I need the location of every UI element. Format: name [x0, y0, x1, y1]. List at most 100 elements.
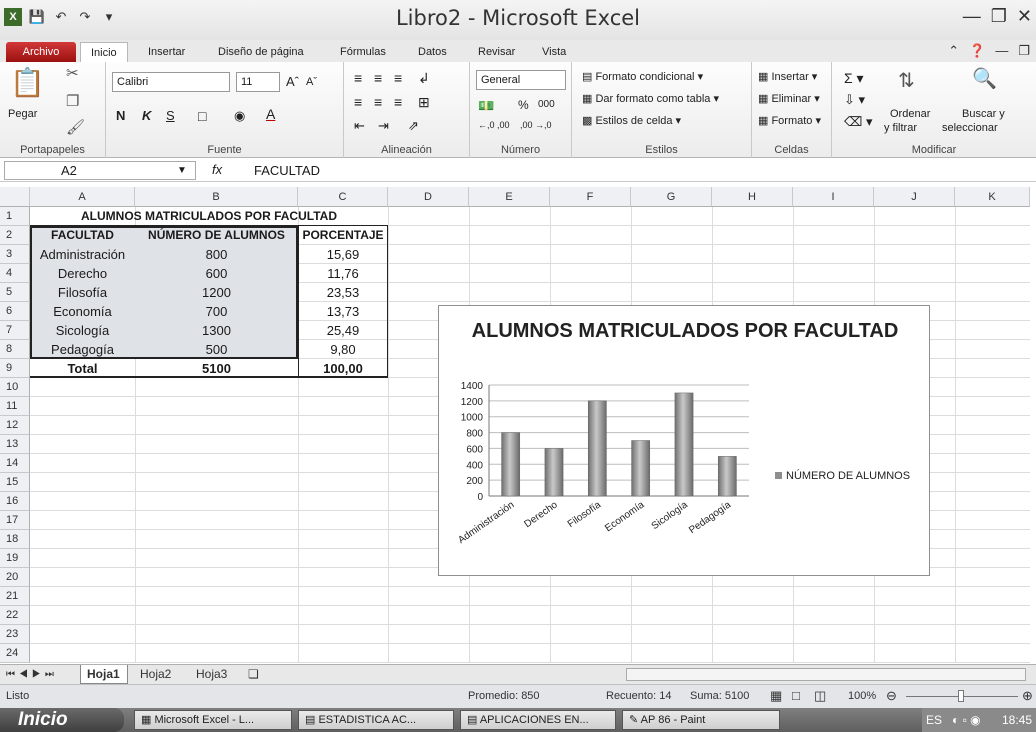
row-header[interactable]: 12	[0, 416, 30, 435]
fill-icon[interactable]: ⇩ ▾	[844, 92, 865, 108]
conditional-format-button[interactable]: ▤ Formato condicional ▾	[582, 70, 703, 83]
tab-inicio[interactable]: Inicio	[80, 42, 128, 62]
view-page-layout-icon[interactable]: □	[792, 688, 800, 703]
taskbar-item-excel[interactable]: ▦ Microsoft Excel - L...	[134, 710, 292, 730]
new-sheet-icon[interactable]: ❏	[248, 665, 259, 684]
insert-function-button[interactable]: fx	[212, 162, 222, 177]
workbook-restore-icon[interactable]: ❐	[1018, 43, 1030, 59]
row-header[interactable]: 8	[0, 340, 30, 359]
sort-filter-label-2[interactable]: y filtrar	[884, 122, 917, 134]
format-as-table-button[interactable]: ▦ Dar formato como tabla ▾	[582, 92, 719, 105]
align-left-icon[interactable]: ≡	[354, 94, 362, 110]
view-normal-icon[interactable]: ▦	[770, 688, 782, 704]
cell-numero[interactable]: 1300	[135, 321, 298, 340]
col-header-a[interactable]: A	[30, 187, 135, 207]
header-numero[interactable]: NÚMERO DE ALUMNOS	[135, 226, 298, 245]
find-select-icon[interactable]: 🔍	[972, 66, 997, 91]
format-cells-button[interactable]: ▦ Formato ▾	[758, 114, 821, 127]
cell-numero[interactable]: 1200	[135, 283, 298, 302]
merge-center-icon[interactable]: ⊞	[418, 94, 430, 111]
col-header-k[interactable]: K	[955, 187, 1030, 207]
zoom-in-icon[interactable]: ⊕	[1022, 688, 1033, 704]
row-header[interactable]: 18	[0, 530, 30, 549]
col-header-i[interactable]: I	[793, 187, 874, 207]
cut-icon[interactable]: ✂	[66, 64, 79, 82]
workbook-minimize-icon[interactable]: —	[995, 43, 1008, 59]
percent-button[interactable]: %	[518, 98, 529, 112]
cell-numero[interactable]: 500	[135, 340, 298, 359]
row-header[interactable]: 16	[0, 492, 30, 511]
sheet-tab-hoja1[interactable]: Hoja1	[80, 665, 128, 684]
minimize-icon[interactable]: —	[963, 6, 981, 27]
increase-decimal-button[interactable]: ←,0 ,00	[478, 120, 510, 130]
row-header[interactable]: 6	[0, 302, 30, 321]
cell-facultad[interactable]: Filosofía	[30, 283, 135, 302]
tab-vista[interactable]: Vista	[542, 42, 566, 62]
taskbar-item-aplicaciones[interactable]: ▤ APLICACIONES EN...	[460, 710, 616, 730]
row-header[interactable]: 22	[0, 606, 30, 625]
total-number[interactable]: 5100	[135, 359, 298, 378]
row-header[interactable]: 7	[0, 321, 30, 340]
orientation-icon[interactable]: ⇗	[408, 118, 419, 134]
row-header[interactable]: 21	[0, 587, 30, 606]
row-header[interactable]: 2	[0, 226, 30, 245]
tab-archivo[interactable]: Archivo	[6, 42, 76, 62]
row-header[interactable]: 9	[0, 359, 30, 378]
tab-datos[interactable]: Datos	[418, 42, 447, 62]
wrap-text-icon[interactable]: ↲	[418, 70, 430, 87]
col-header-c[interactable]: C	[298, 187, 388, 207]
sheet-tab-hoja2[interactable]: Hoja2	[134, 665, 171, 684]
increase-indent-icon[interactable]: ⇥	[378, 118, 389, 134]
accounting-format-icon[interactable]: 💵	[478, 98, 494, 114]
copy-icon[interactable]: ❐	[66, 92, 79, 110]
cell-facultad[interactable]: Administración	[30, 245, 135, 264]
delete-cells-button[interactable]: ▦ Eliminar ▾	[758, 92, 820, 105]
borders-icon[interactable]: □	[198, 108, 206, 124]
collapse-ribbon-icon[interactable]: ⌃	[948, 43, 959, 59]
view-page-break-icon[interactable]: ◫	[814, 688, 826, 704]
sheet-tab-hoja3[interactable]: Hoja3	[190, 665, 227, 684]
tab-formulas[interactable]: Fórmulas	[340, 42, 386, 62]
col-header-b[interactable]: B	[135, 187, 298, 207]
underline-button[interactable]: S	[166, 108, 175, 123]
align-bottom-icon[interactable]: ≡	[394, 70, 402, 86]
cell-numero[interactable]: 800	[135, 245, 298, 264]
cell-porcentaje[interactable]: 25,49	[298, 321, 388, 340]
align-center-icon[interactable]: ≡	[374, 94, 382, 110]
tab-diseno-de-pagina[interactable]: Diseño de página	[218, 42, 304, 62]
cell-porcentaje[interactable]: 13,73	[298, 302, 388, 321]
col-header-d[interactable]: D	[388, 187, 469, 207]
number-format-select[interactable]: General	[476, 70, 566, 90]
font-color-icon[interactable]: A	[266, 106, 275, 122]
zoom-slider-thumb[interactable]	[958, 690, 964, 702]
find-select-label-1[interactable]: Buscar y	[962, 108, 1005, 120]
autosum-icon[interactable]: Σ ▾	[844, 70, 864, 87]
total-label[interactable]: Total	[30, 359, 135, 378]
thousands-button[interactable]: 000	[538, 99, 555, 110]
row-header[interactable]: 3	[0, 245, 30, 264]
cell-facultad[interactable]: Sicología	[30, 321, 135, 340]
italic-button[interactable]: K	[142, 108, 151, 123]
tab-revisar[interactable]: Revisar	[478, 42, 515, 62]
header-facultad[interactable]: FACULTAD	[30, 226, 135, 245]
align-top-icon[interactable]: ≡	[354, 70, 362, 86]
decrease-decimal-button[interactable]: ,00 →,0	[520, 120, 552, 130]
shrink-font-icon[interactable]: Aˇ	[306, 76, 317, 88]
cell-porcentaje[interactable]: 9,80	[298, 340, 388, 359]
sheet-title[interactable]: ALUMNOS MATRICULADOS POR FACULTAD	[30, 207, 388, 226]
cell-facultad[interactable]: Pedagogía	[30, 340, 135, 359]
horizontal-scrollbar[interactable]	[626, 668, 1026, 681]
font-size-select[interactable]: 11	[236, 72, 280, 92]
sort-filter-label-1[interactable]: Ordenar	[890, 108, 930, 120]
cell-numero[interactable]: 700	[135, 302, 298, 321]
row-header[interactable]: 10	[0, 378, 30, 397]
cell-porcentaje[interactable]: 11,76	[298, 264, 388, 283]
col-header-e[interactable]: E	[469, 187, 550, 207]
select-all-corner[interactable]	[0, 187, 30, 207]
taskbar-item-estadistica[interactable]: ▤ ESTADISTICA AC...	[298, 710, 454, 730]
tab-insertar[interactable]: Insertar	[148, 42, 185, 62]
header-porcentaje[interactable]: PORCENTAJE	[298, 226, 388, 245]
cell-porcentaje[interactable]: 15,69	[298, 245, 388, 264]
clear-icon[interactable]: ⌫ ▾	[844, 114, 873, 130]
language-indicator[interactable]: ES	[926, 708, 942, 732]
